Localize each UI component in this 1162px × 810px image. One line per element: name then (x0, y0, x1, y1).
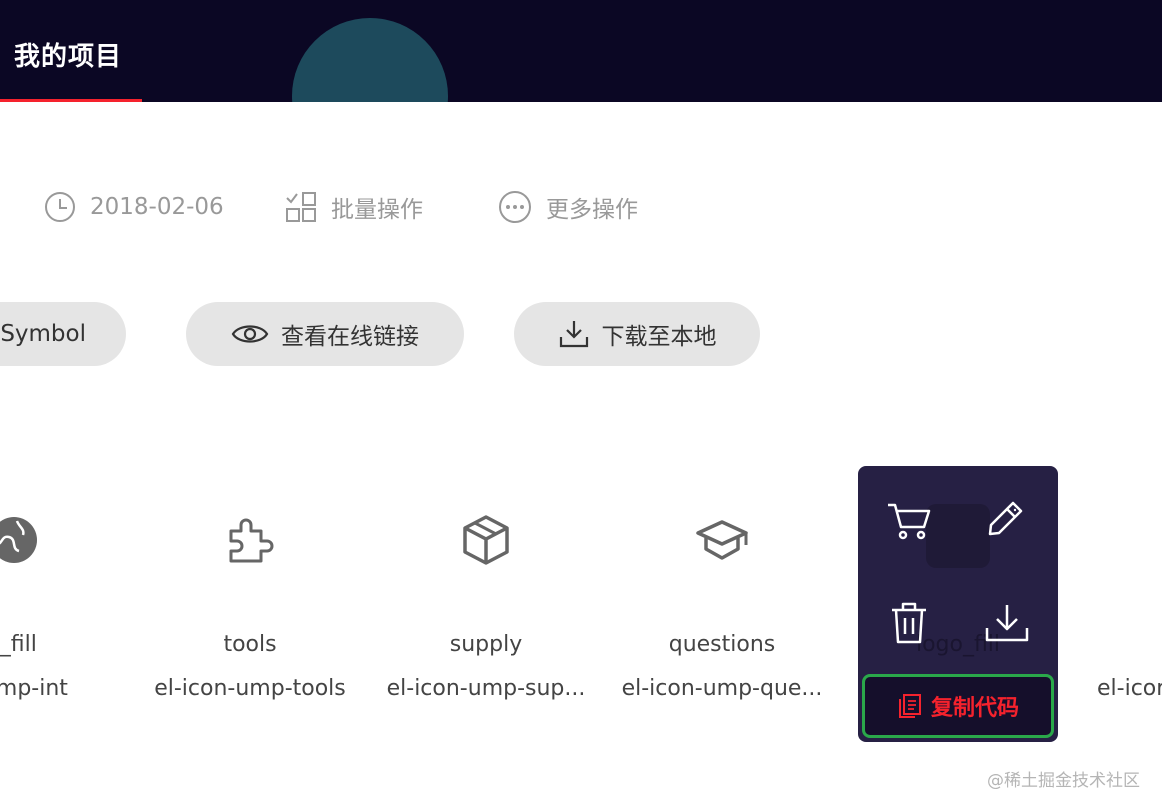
watermark: @稀土掘金技术社区 (987, 771, 1140, 791)
icon-code: n-ump-int (0, 676, 68, 701)
batch-operation-label: 批量操作 (331, 197, 423, 223)
icon-card[interactable]: tools el-icon-ump-tools (132, 490, 368, 720)
download-local-label: 下载至本地 (601, 324, 717, 350)
batch-grid-icon (286, 192, 316, 222)
cart-icon[interactable] (884, 496, 934, 546)
icon-code: el-icon-ump-tools (154, 676, 346, 701)
icon-code: el-icon-ump-que... (621, 676, 823, 701)
tab-my-projects[interactable]: 我的项目 (0, 0, 142, 102)
symbol-button[interactable]: Symbol (0, 302, 126, 366)
icon-card[interactable]: supply el-icon-ump-sup... (368, 490, 604, 720)
download-local-button[interactable]: 下载至本地 (514, 302, 760, 366)
icon-name: t_fill (0, 632, 37, 657)
top-navigation-bar: 我的项目 (0, 0, 1162, 102)
icon-card[interactable]: el-icor (1080, 490, 1162, 720)
date-info: 2018-02-06 (44, 188, 224, 226)
icon-name: tools (223, 632, 277, 657)
copy-icon (898, 694, 921, 718)
edit-icon[interactable] (982, 492, 1032, 542)
clock-icon (45, 192, 75, 222)
globe-icon (0, 512, 42, 568)
puzzle-icon (222, 512, 278, 568)
more-dots-icon (499, 191, 531, 223)
icon-name: supply (449, 632, 523, 657)
download-icon[interactable] (982, 598, 1032, 648)
box-icon (458, 512, 514, 568)
icon-code: el-icor (1097, 676, 1162, 701)
batch-operation-button[interactable]: 批量操作 (285, 188, 423, 226)
symbol-label: Symbol (0, 321, 86, 347)
icon-card[interactable]: t_fill n-ump-int (0, 490, 132, 720)
view-online-link-button[interactable]: 查看在线链接 (186, 302, 464, 366)
active-tab-indicator (0, 99, 142, 102)
icon-card[interactable]: questions el-icon-ump-que... (604, 490, 840, 720)
icon-hover-overlay: logo_fill 复制代码 (858, 466, 1058, 742)
icon-name: questions (668, 632, 776, 657)
graduation-cap-icon (694, 512, 750, 568)
trash-icon[interactable] (884, 598, 934, 648)
avatar[interactable] (292, 18, 448, 102)
more-operations-button[interactable]: 更多操作 (498, 188, 638, 226)
view-online-link-label: 查看在线链接 (281, 324, 419, 350)
copy-code-label: 复制代码 (930, 696, 1019, 721)
more-operations-label: 更多操作 (546, 197, 638, 223)
date-text: 2018-02-06 (90, 194, 224, 220)
logo-icon (926, 504, 990, 568)
download-icon (559, 321, 588, 348)
copy-code-button[interactable]: 复制代码 (862, 674, 1054, 738)
icon-code: el-icon-ump-sup... (386, 676, 586, 701)
eye-icon (231, 325, 269, 343)
tab-label: 我的项目 (14, 42, 123, 72)
